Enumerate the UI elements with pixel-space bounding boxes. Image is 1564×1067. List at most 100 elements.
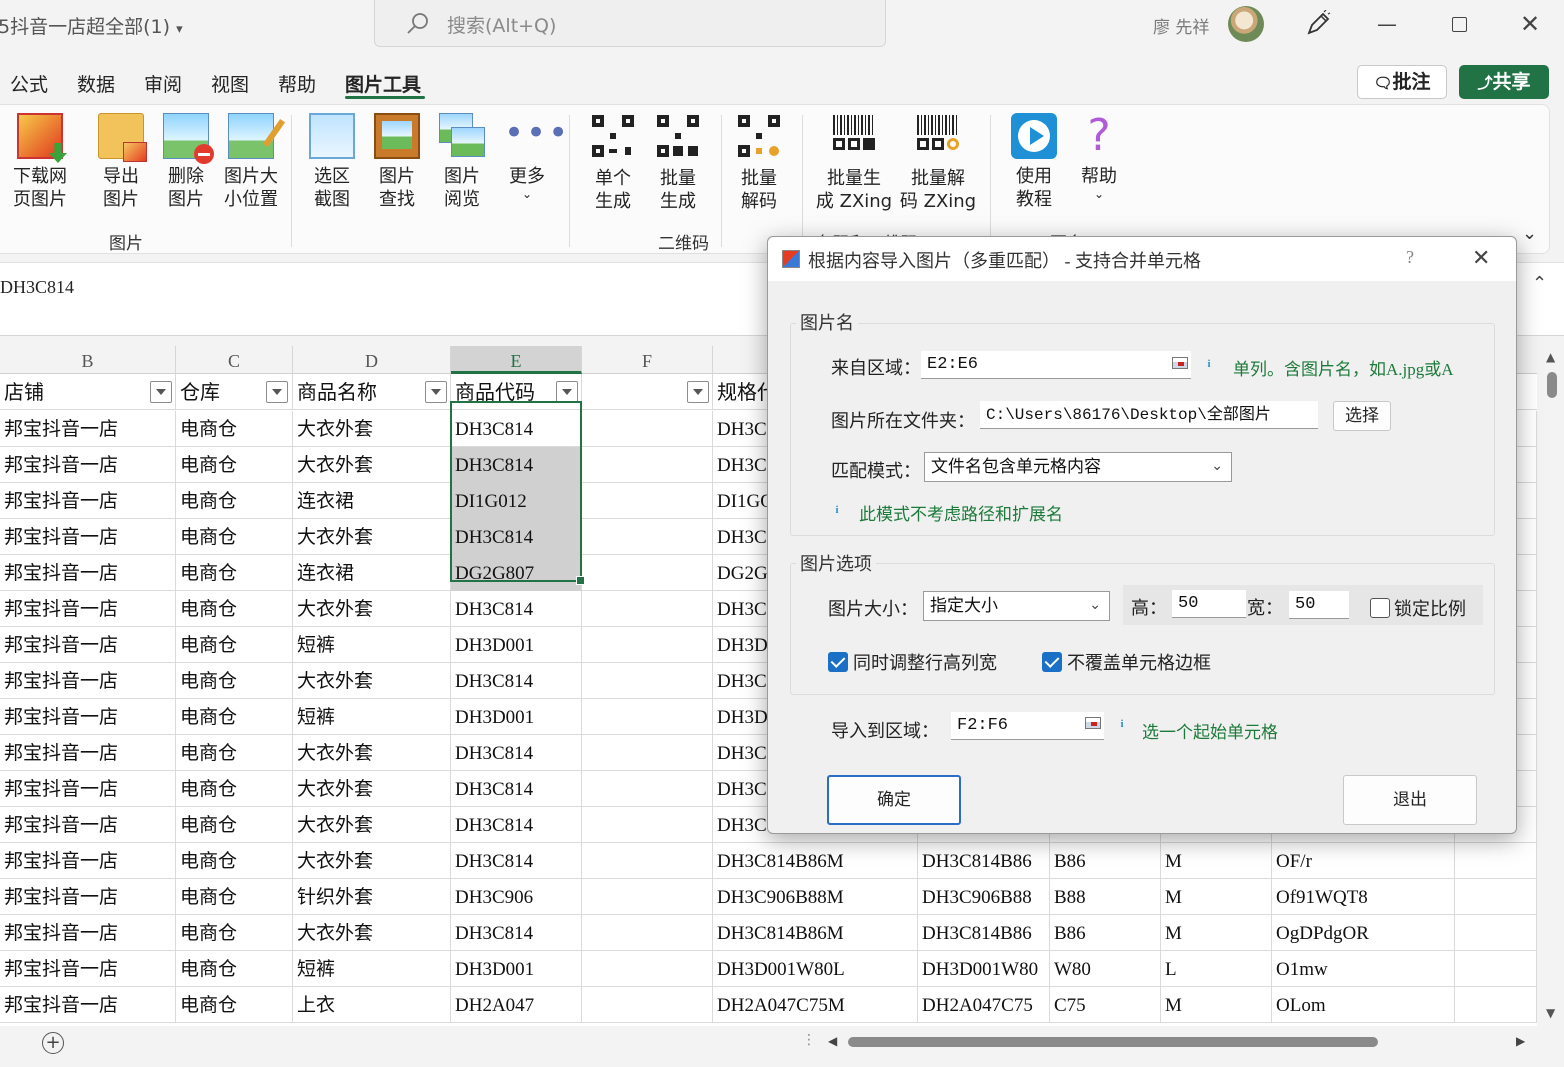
- scroll-left-icon[interactable]: ◀: [828, 1034, 837, 1048]
- table-cell[interactable]: 电商仓: [176, 843, 293, 879]
- tab-data[interactable]: 数据: [77, 70, 115, 97]
- table-cell[interactable]: [582, 663, 713, 699]
- table-cell[interactable]: 电商仓: [176, 771, 293, 807]
- table-cell[interactable]: 电商仓: [176, 879, 293, 915]
- column-header-f[interactable]: F: [582, 346, 713, 374]
- table-cell[interactable]: 上衣: [293, 987, 451, 1023]
- filter-dropdown-icon[interactable]: [687, 381, 709, 403]
- maximize-icon[interactable]: [1445, 10, 1473, 38]
- table-cell[interactable]: 短裤: [293, 951, 451, 987]
- table-cell[interactable]: 邦宝抖音一店: [0, 915, 176, 951]
- table-cell[interactable]: 邦宝抖音一店: [0, 627, 176, 663]
- table-cell[interactable]: [1455, 987, 1537, 1023]
- tab-review[interactable]: 审阅: [144, 70, 182, 97]
- table-cell[interactable]: DH3C814: [451, 915, 582, 951]
- table-cell[interactable]: DH3C906: [451, 879, 582, 915]
- table-cell[interactable]: 短裤: [293, 699, 451, 735]
- table-cell[interactable]: 邦宝抖音一店: [0, 591, 176, 627]
- table-cell[interactable]: DH3C814: [451, 771, 582, 807]
- table-cell[interactable]: [1455, 951, 1537, 987]
- tab-view[interactable]: 视图: [211, 70, 249, 97]
- range-select-icon[interactable]: [1085, 717, 1101, 729]
- table-cell[interactable]: [582, 699, 713, 735]
- table-cell[interactable]: 大衣外套: [293, 411, 451, 447]
- table-cell[interactable]: 邦宝抖音一店: [0, 843, 176, 879]
- table-cell[interactable]: 电商仓: [176, 411, 293, 447]
- avatar[interactable]: [1228, 6, 1264, 42]
- comment-button[interactable]: 🗨批注: [1357, 65, 1447, 99]
- ok-button[interactable]: 确定: [827, 775, 961, 825]
- image-size-select[interactable]: 指定大小 ⌄: [923, 591, 1110, 621]
- browse-images-button[interactable]: 图片 阅览: [438, 113, 486, 211]
- table-cell[interactable]: 邦宝抖音一店: [0, 483, 176, 519]
- table-cell[interactable]: DH3C814: [451, 591, 582, 627]
- table-cell[interactable]: [1455, 843, 1537, 879]
- table-cell[interactable]: DH2A047C75: [918, 987, 1050, 1023]
- batch-decode-zxing-button[interactable]: 批量解 码 ZXing: [898, 113, 978, 213]
- selection-screenshot-button[interactable]: 选区 截图: [308, 113, 356, 211]
- table-cell[interactable]: [582, 843, 713, 879]
- table-cell[interactable]: M: [1161, 879, 1272, 915]
- no-cover-border-checkbox[interactable]: [1042, 652, 1062, 672]
- drag-handle-icon[interactable]: ⋮: [802, 1032, 816, 1048]
- close-icon[interactable]: ✕: [1516, 10, 1544, 38]
- choose-folder-button[interactable]: 选择: [1333, 401, 1391, 431]
- pen-icon[interactable]: [1304, 10, 1332, 38]
- table-cell[interactable]: OLom: [1272, 987, 1455, 1023]
- table-cell[interactable]: O1mw: [1272, 951, 1455, 987]
- table-cell[interactable]: 电商仓: [176, 627, 293, 663]
- table-cell[interactable]: DH3D001: [451, 627, 582, 663]
- column-header-e[interactable]: E: [451, 346, 582, 374]
- table-cell[interactable]: DH3C906B88M: [713, 879, 918, 915]
- filter-dropdown-icon[interactable]: [266, 381, 288, 403]
- table-cell[interactable]: 邦宝抖音一店: [0, 411, 176, 447]
- dialog-close-icon[interactable]: ✕: [1472, 245, 1490, 271]
- batch-decode-button[interactable]: 批量 解码: [735, 113, 783, 213]
- tab-picture-tools[interactable]: 图片工具: [345, 70, 421, 97]
- filter-dropdown-icon[interactable]: [150, 381, 172, 403]
- column-header-d[interactable]: D: [293, 346, 451, 374]
- share-button[interactable]: ⤴共享: [1459, 65, 1549, 99]
- table-cell[interactable]: 电商仓: [176, 951, 293, 987]
- table-cell[interactable]: [582, 807, 713, 843]
- filter-dropdown-icon[interactable]: [425, 381, 447, 403]
- column-header-c[interactable]: C: [176, 346, 293, 374]
- user-name[interactable]: 廖 先祥: [1153, 13, 1209, 38]
- table-cell[interactable]: DH3C814B86: [918, 843, 1050, 879]
- table-cell[interactable]: [582, 519, 713, 555]
- table-cell[interactable]: 连衣裙: [293, 555, 451, 591]
- column-header-b[interactable]: B: [0, 346, 176, 374]
- search-box[interactable]: 搜索(Alt+Q): [374, 0, 886, 47]
- table-cell[interactable]: 连衣裙: [293, 483, 451, 519]
- scroll-down-icon[interactable]: ▼: [1546, 1006, 1555, 1020]
- exit-button[interactable]: 退出: [1343, 775, 1477, 825]
- table-cell[interactable]: 电商仓: [176, 591, 293, 627]
- match-mode-select[interactable]: 文件名包含单元格内容 ⌄: [924, 452, 1232, 482]
- table-cell[interactable]: 电商仓: [176, 663, 293, 699]
- table-cell[interactable]: [582, 951, 713, 987]
- export-images-button[interactable]: 导出 图片: [96, 113, 147, 211]
- table-cell[interactable]: 邦宝抖音一店: [0, 663, 176, 699]
- table-cell[interactable]: OF/r: [1272, 843, 1455, 879]
- table-cell[interactable]: 大衣外套: [293, 519, 451, 555]
- table-cell[interactable]: DH3D001: [451, 699, 582, 735]
- table-cell[interactable]: L: [1161, 951, 1272, 987]
- table-cell[interactable]: 电商仓: [176, 915, 293, 951]
- table-cell[interactable]: DH3D001W80: [918, 951, 1050, 987]
- height-input[interactable]: 50: [1172, 590, 1246, 618]
- table-cell[interactable]: 大衣外套: [293, 447, 451, 483]
- table-cell[interactable]: 短裤: [293, 627, 451, 663]
- table-cell[interactable]: 电商仓: [176, 987, 293, 1023]
- table-cell[interactable]: 电商仓: [176, 447, 293, 483]
- header-cell-empty[interactable]: [582, 374, 713, 410]
- table-cell[interactable]: 邦宝抖音一店: [0, 555, 176, 591]
- download-web-images-button[interactable]: 下载网 页图片: [8, 113, 72, 211]
- table-cell[interactable]: [582, 771, 713, 807]
- table-cell[interactable]: 大衣外套: [293, 843, 451, 879]
- table-cell[interactable]: DH2A047C75M: [713, 987, 918, 1023]
- table-cell[interactable]: B86: [1050, 915, 1161, 951]
- table-cell[interactable]: 邦宝抖音一店: [0, 987, 176, 1023]
- dialog-titlebar[interactable]: 根据内容导入图片（多重匹配） - 支持合并单元格 ? ✕: [768, 237, 1516, 281]
- table-cell[interactable]: [582, 879, 713, 915]
- table-cell[interactable]: [582, 915, 713, 951]
